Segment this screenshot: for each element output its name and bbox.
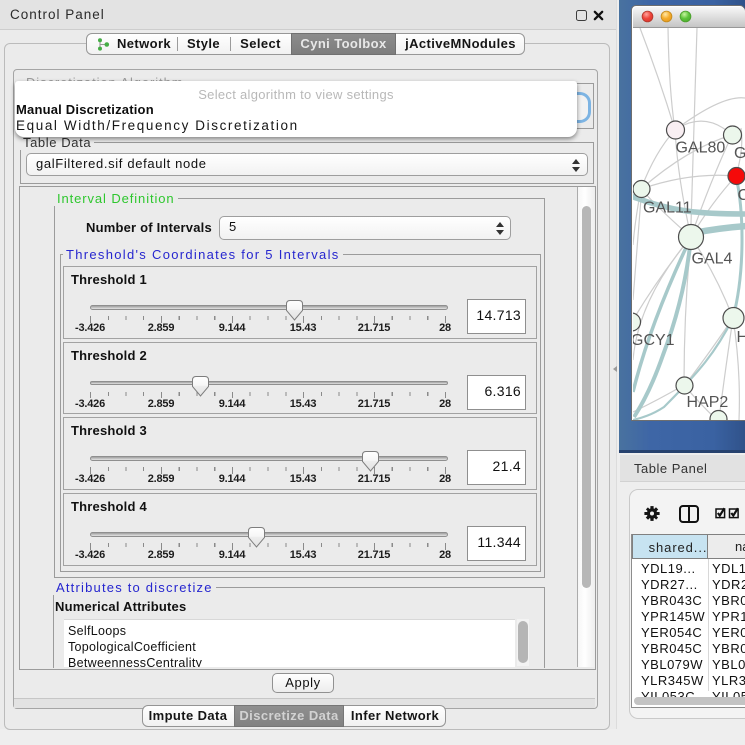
svg-text:GAL11: GAL11	[643, 200, 692, 217]
svg-text:GA: GA	[734, 145, 745, 162]
svg-text:GCY1: GCY1	[633, 332, 675, 349]
svg-text:GAL4: GAL4	[692, 251, 733, 268]
svg-text:H: H	[737, 329, 745, 346]
svg-text:HAP2: HAP2	[687, 394, 729, 411]
svg-text:C: C	[738, 187, 745, 204]
svg-text:GAL80: GAL80	[676, 140, 726, 157]
